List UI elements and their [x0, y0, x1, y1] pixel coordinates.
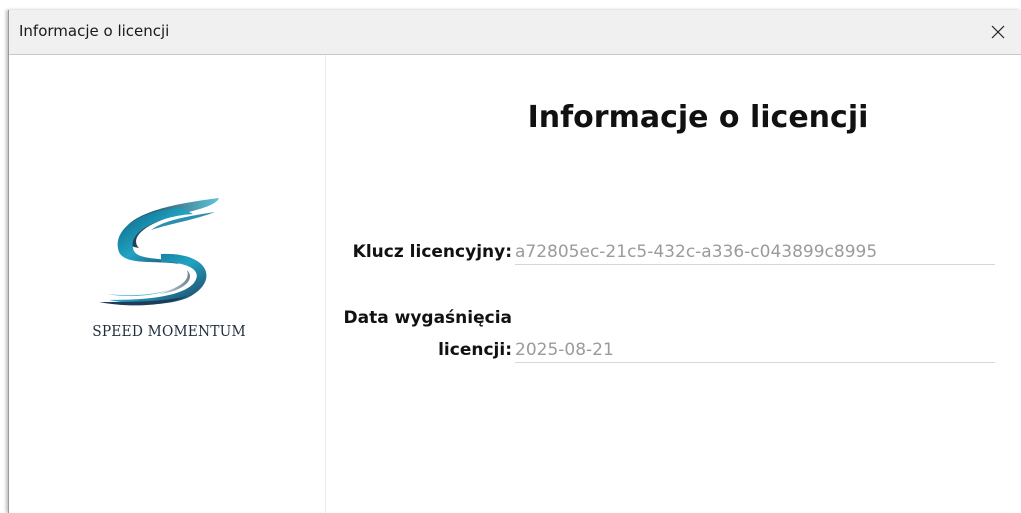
window-title: Informacje o licencji — [19, 22, 170, 40]
logo-pane: SPEED MOMENTUM — [9, 55, 326, 513]
company-logo: SPEED MOMENTUM — [69, 190, 269, 340]
page-heading: Informacje o licencji — [527, 100, 869, 135]
license-key-label: Klucz licencyjny: — [352, 242, 512, 262]
close-icon — [991, 25, 1005, 39]
close-button[interactable] — [975, 10, 1021, 54]
logo-text: SPEED MOMENTUM — [92, 322, 246, 340]
expiry-label-line2: licencji: — [438, 340, 512, 360]
title-bar[interactable]: Informacje o licencji — [9, 10, 1021, 55]
speed-momentum-logo-icon — [99, 198, 219, 306]
license-key-field[interactable]: a72805ec-21c5-432c-a336-c043899c8995 — [515, 242, 995, 265]
expiry-date-field[interactable]: 2025-08-21 — [515, 340, 995, 363]
license-info-window: Informacje o licencji SPEED MOMENTUM Inf… — [8, 10, 1021, 513]
expiry-label-line1: Data wygaśnięcia — [343, 308, 512, 328]
